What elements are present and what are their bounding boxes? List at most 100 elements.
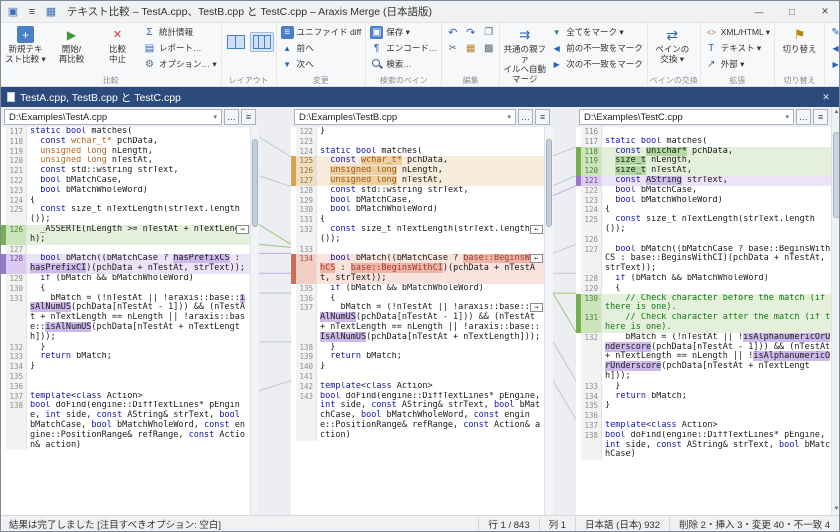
pane-menu-button[interactable]: ≡ (535, 109, 550, 125)
scrollbar-thumb[interactable] (546, 139, 552, 227)
code-line[interactable]: 137template<class Action> (1, 392, 250, 402)
code-line[interactable]: 131{ (291, 215, 544, 225)
merge-arrow-button[interactable]: ← (530, 225, 543, 234)
code-line[interactable]: 118 const unichar* pchData, (576, 147, 831, 157)
scrollbar[interactable] (544, 127, 553, 515)
ribbon-button[interactable]: ⇉共通の親ファイルへ自動マージ (502, 24, 547, 84)
maximize-button[interactable]: □ (778, 1, 806, 22)
ribbon-button[interactable]: ¶エンコード… (368, 40, 439, 56)
code-line[interactable]: 134 return bMatch; (576, 392, 831, 402)
code-line[interactable]: 130 { (1, 284, 250, 294)
ribbon-button[interactable]: <>XML/HTML ▾ (703, 24, 772, 40)
code-line[interactable]: 129 if (bMatch && bMatchWholeWord) (1, 274, 250, 284)
ribbon-button[interactable]: ↗外部 ▾ (703, 56, 772, 72)
pane-menu-button[interactable]: ≡ (813, 109, 828, 125)
code-line[interactable]: 133 (291, 245, 544, 255)
ribbon-button[interactable]: ◀前の不一致をマーク (548, 40, 645, 56)
code-line[interactable]: 132 const size_t nTextLength(strText.len… (291, 225, 544, 245)
code-line[interactable]: 125 const wchar_t* pchData, (291, 156, 544, 166)
comparison-tab[interactable]: TestA.cpp, TestB.cpp と TestC.cpp (20, 90, 814, 105)
scrollbar-thumb[interactable] (252, 139, 258, 227)
code-line[interactable]: 117static bool matches( (576, 137, 831, 147)
copy-button[interactable]: ❐ (480, 25, 497, 40)
pane-menu-button[interactable]: ≡ (241, 109, 256, 125)
ribbon-button[interactable]: 検索… (368, 56, 439, 72)
code-line[interactable]: 129 bool bMatchCase, (291, 196, 544, 206)
code-line[interactable]: 125 const size_t nTextLength(strText.len… (1, 205, 250, 225)
paste-button[interactable]: ▦ (462, 41, 479, 56)
close-button[interactable]: ✕ (811, 1, 839, 22)
code-line[interactable]: 141 (291, 372, 544, 382)
code-line[interactable]: 134 bool bMatch((bMatchCase ? base::Begi… (291, 254, 544, 283)
code-line[interactable]: 116 (576, 127, 831, 137)
code-line[interactable]: 140} (291, 362, 544, 372)
minimize-button[interactable]: — (745, 1, 773, 22)
ribbon-button[interactable]: ▼全てをマーク ▾ (548, 24, 645, 40)
code-line[interactable]: 121 const AString strText, (576, 176, 831, 186)
ribbon-button[interactable]: +新規テキスト比較 ▾ (3, 24, 48, 64)
code-line[interactable]: 132 bMatch = (!nTestAt || !isAlphanumeri… (576, 333, 831, 382)
cut-button[interactable]: ✂ (444, 41, 461, 56)
menu-icon[interactable]: ≡ (25, 5, 39, 19)
code-line[interactable]: 122 bool bMatchCase, (576, 186, 831, 196)
merge-arrow-button[interactable]: → (530, 303, 543, 312)
merge-arrow-button[interactable]: → (236, 225, 249, 234)
code-line[interactable]: 136 (576, 411, 831, 421)
code-line[interactable]: 136 (1, 382, 250, 392)
code-line[interactable]: 126 (576, 235, 831, 245)
code-line[interactable]: 132 } (1, 343, 250, 353)
code-line[interactable]: 133 return bMatch; (1, 352, 250, 362)
file-path-combo[interactable]: D:\Examples\TestA.cpp ▾ (4, 109, 222, 125)
code-line[interactable]: 129 { (576, 284, 831, 294)
code-editor[interactable]: 116117static bool matches(118 const unic… (576, 127, 831, 515)
code-line[interactable]: 135 (1, 372, 250, 382)
code-line[interactable]: 128 const std::wstring strText, (291, 186, 544, 196)
browse-button[interactable]: … (518, 109, 533, 125)
code-line[interactable]: 135} (576, 401, 831, 411)
code-line[interactable]: 143bool doFind(engine::DiffTextLines* pE… (291, 392, 544, 441)
code-line[interactable]: 123 (291, 137, 544, 147)
code-line[interactable]: 130 // Check character before the match … (576, 294, 831, 314)
code-line[interactable]: 139 return bMatch; (291, 352, 544, 362)
browse-button[interactable]: … (796, 109, 811, 125)
scrollbar[interactable] (250, 127, 259, 515)
scroll-down-icon[interactable]: ▼ (832, 504, 839, 515)
scrollbar-thumb[interactable] (833, 132, 839, 218)
code-line[interactable]: 124static bool matches( (291, 147, 544, 157)
tab-close-icon[interactable]: ✕ (819, 92, 833, 103)
code-line[interactable]: 131 // Check character after the match (… (576, 313, 831, 333)
code-line[interactable]: 126 unsigned long nLength, (291, 166, 544, 176)
file-path-combo[interactable]: D:\Examples\TestC.cpp ▾ (579, 109, 794, 125)
code-line[interactable]: 135 if (bMatch && bMatchWholeWord) (291, 284, 544, 294)
code-line[interactable]: 142template<class Action> (291, 382, 544, 392)
ribbon-button[interactable]: ▤レポート… (141, 40, 219, 56)
redo-button[interactable]: ↷ (462, 25, 479, 40)
code-line[interactable]: 119 unsigned long nLength, (1, 147, 250, 157)
scrollbar-track[interactable] (832, 118, 839, 504)
code-line[interactable]: 127 bool bMatch((bMatchCase ? base::Begi… (576, 245, 831, 274)
ribbon-button[interactable]: Σ統計情報 (141, 24, 219, 40)
ribbon-button[interactable]: ◀前へ (827, 40, 839, 56)
ribbon-button[interactable]: ⇄ペインの交換 ▾ (650, 24, 695, 64)
code-line[interactable]: 137 bMatch = (!nTestAt || !araxis::base:… (291, 303, 544, 342)
code-line[interactable]: 123 bool bMatchWholeWord) (1, 186, 250, 196)
code-line[interactable]: 138bool doFind(engine::DiffTextLines* pE… (576, 431, 831, 460)
code-line[interactable]: 130 bool bMatchWholeWord) (291, 205, 544, 215)
code-editor[interactable]: 117static bool matches(118 const wchar_t… (1, 127, 250, 515)
vertical-scrollbar[interactable]: ▲ ▼ (831, 107, 839, 515)
code-line[interactable]: 117static bool matches( (1, 127, 250, 137)
ribbon-button[interactable]: Tテキスト ▾ (703, 40, 772, 56)
browse-button[interactable]: … (224, 109, 239, 125)
select-all-button[interactable]: ▩ (480, 41, 497, 56)
two-pane-layout-button[interactable] (224, 32, 248, 52)
code-line[interactable]: 126 _ASSERTE(nLength >= nTestAt + nTextL… (1, 225, 250, 245)
code-line[interactable]: 121 const std::wstring strText, (1, 166, 250, 176)
code-line[interactable]: 123 bool bMatchWholeWord) (576, 196, 831, 206)
code-line[interactable]: 127 (1, 245, 250, 255)
code-line[interactable]: 136 { (291, 294, 544, 304)
code-line[interactable]: 119 size_t nLength, (576, 156, 831, 166)
undo-button[interactable]: ↶ (444, 25, 461, 40)
code-line[interactable]: 120 size_t nTestAt, (576, 166, 831, 176)
save-icon[interactable]: ▣ (6, 5, 20, 19)
code-line[interactable]: 125 const size_t nTextLength(strText.len… (576, 215, 831, 235)
